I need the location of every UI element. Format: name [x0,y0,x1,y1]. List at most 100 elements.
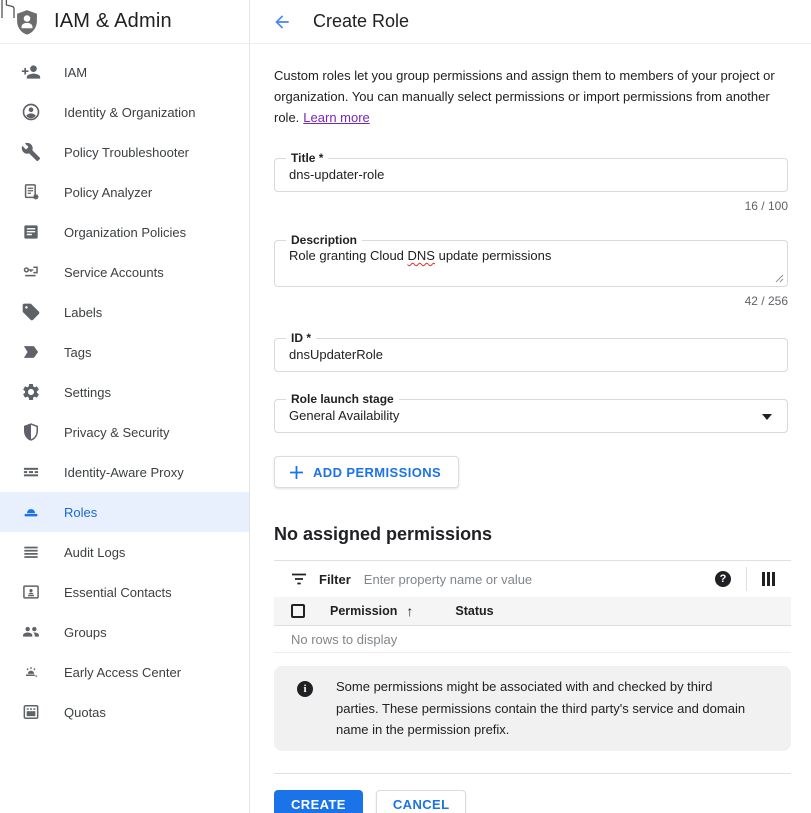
info-icon-column: i [274,676,336,741]
sidebar-item-organization-policies[interactable]: Organization Policies [0,212,249,252]
title-field[interactable]: Title * dns-updater-role [274,158,788,192]
people-icon [21,622,41,642]
filter-icon [291,573,307,585]
sidebar-item-identity-organization[interactable]: Identity & Organization [0,92,249,132]
sidebar: IAM & Admin IAM Identity & Organization … [0,0,250,813]
sidebar-item-iam[interactable]: IAM [0,52,249,92]
sidebar-item-roles[interactable]: Roles [0,492,249,532]
filter-bar: Filter ? [274,560,791,597]
sidebar-item-label: Groups [64,625,107,640]
add-permissions-button[interactable]: ADD PERMISSIONS [274,456,459,488]
sidebar-item-policy-analyzer[interactable]: Policy Analyzer [0,172,249,212]
sidebar-item-policy-troubleshooter[interactable]: Policy Troubleshooter [0,132,249,172]
create-button[interactable]: CREATE [274,790,363,813]
proxy-bars-icon [21,462,41,482]
arrow-tag-icon [21,342,41,362]
id-field-label: ID * [286,331,316,345]
sidebar-item-audit-logs[interactable]: Audit Logs [0,532,249,572]
sidebar-item-essential-contacts[interactable]: Essential Contacts [0,572,249,612]
sidebar-item-label: Early Access Center [64,665,181,680]
plus-icon [289,465,304,480]
title-char-counter: 16 / 100 [274,199,788,213]
divider [746,567,747,591]
column-header-status[interactable]: Status [455,604,493,618]
key-badge-icon [21,262,41,282]
intro-text: Custom roles let you group permissions a… [274,65,788,128]
learn-more-link[interactable]: Learn more [303,110,369,125]
column-header-permission[interactable]: Permission [330,604,397,618]
sidebar-item-early-access-center[interactable]: Early Access Center [0,652,249,692]
sidebar-item-service-accounts[interactable]: Service Accounts [0,252,249,292]
chevron-down-icon [762,414,772,420]
main-panel: Create Role Custom roles let you group p… [251,0,811,813]
sunrise-icon [21,662,41,682]
hat-icon [21,502,41,522]
sidebar-item-label: Organization Policies [64,225,186,240]
document-gear-icon [21,182,41,202]
resize-handle-icon[interactable] [775,274,784,283]
sidebar-item-label: Essential Contacts [64,585,172,600]
app-title: IAM & Admin [54,10,172,33]
sidebar-item-label: Policy Troubleshooter [64,145,189,160]
cancel-button[interactable]: CANCEL [376,790,467,813]
back-arrow-icon[interactable] [272,12,292,32]
form-actions: CREATE CANCEL [274,790,811,813]
description-text: Role granting Cloud [289,248,408,263]
divider [274,773,791,774]
sidebar-item-labels[interactable]: Labels [0,292,249,332]
iam-admin-shield-icon [13,8,41,36]
column-chooser-icon[interactable] [762,572,781,586]
select-all-checkbox[interactable] [291,604,305,618]
article-icon [21,222,41,242]
title-field-value: dns-updater-role [275,159,787,191]
empty-table-message: No rows to display [274,626,791,653]
role-launch-stage-label: Role launch stage [286,392,399,406]
sidebar-item-tags[interactable]: Tags [0,332,249,372]
sidebar-item-label: Tags [64,345,91,360]
sidebar-item-label: Settings [64,385,111,400]
description-text: update permissions [435,248,551,263]
sidebar-item-label: Identity-Aware Proxy [64,465,184,480]
role-launch-stage-select[interactable]: Role launch stage General Availability [274,399,788,433]
sidebar-item-label: Service Accounts [64,265,164,280]
contact-card-icon [21,582,41,602]
sidebar-item-quotas[interactable]: Quotas [0,692,249,732]
title-field-label: Title * [286,151,328,165]
sidebar-item-settings[interactable]: Settings [0,372,249,412]
sidebar-item-label: Roles [64,505,97,520]
content: Custom roles let you group permissions a… [251,44,811,813]
sidebar-item-label: Labels [64,305,102,320]
filter-input[interactable] [364,572,715,587]
sidebar-item-groups[interactable]: Groups [0,612,249,652]
description-misspelled-word: DNS [408,248,435,263]
id-field-value: dnsUpdaterRole [275,339,787,371]
third-party-info-box: i Some permissions might be associated w… [274,666,791,751]
page-title: Create Role [313,11,409,32]
sidebar-item-label: Identity & Organization [64,105,196,120]
table-header-row: Permission ↑ Status [274,597,791,626]
label-tag-icon [21,302,41,322]
sidebar-header: IAM & Admin [0,0,249,44]
wrench-icon [21,142,41,162]
help-icon[interactable]: ? [715,571,731,587]
sidebar-item-privacy-security[interactable]: Privacy & Security [0,412,249,452]
person-add-icon [21,62,41,82]
permissions-table: Filter ? Permission ↑ Status No rows to … [274,560,791,653]
description-char-counter: 42 / 256 [274,294,788,308]
permissions-section-heading: No assigned permissions [274,524,791,545]
sidebar-nav: IAM Identity & Organization Policy Troub… [0,44,249,732]
sidebar-item-label: IAM [64,65,87,80]
id-field[interactable]: ID * dnsUpdaterRole [274,338,788,372]
info-text: Some permissions might be associated wit… [336,676,753,741]
quota-box-icon [21,702,41,722]
page-header: Create Role [251,0,811,44]
gear-icon [21,382,41,402]
sidebar-item-label: Audit Logs [64,545,125,560]
sort-ascending-icon[interactable]: ↑ [406,603,413,619]
description-field-label: Description [286,233,362,247]
info-icon: i [297,681,313,697]
sidebar-item-identity-aware-proxy[interactable]: Identity-Aware Proxy [0,452,249,492]
sidebar-item-label: Policy Analyzer [64,185,152,200]
description-field[interactable]: Description Role granting Cloud DNS upda… [274,240,788,287]
sidebar-item-label: Quotas [64,705,106,720]
